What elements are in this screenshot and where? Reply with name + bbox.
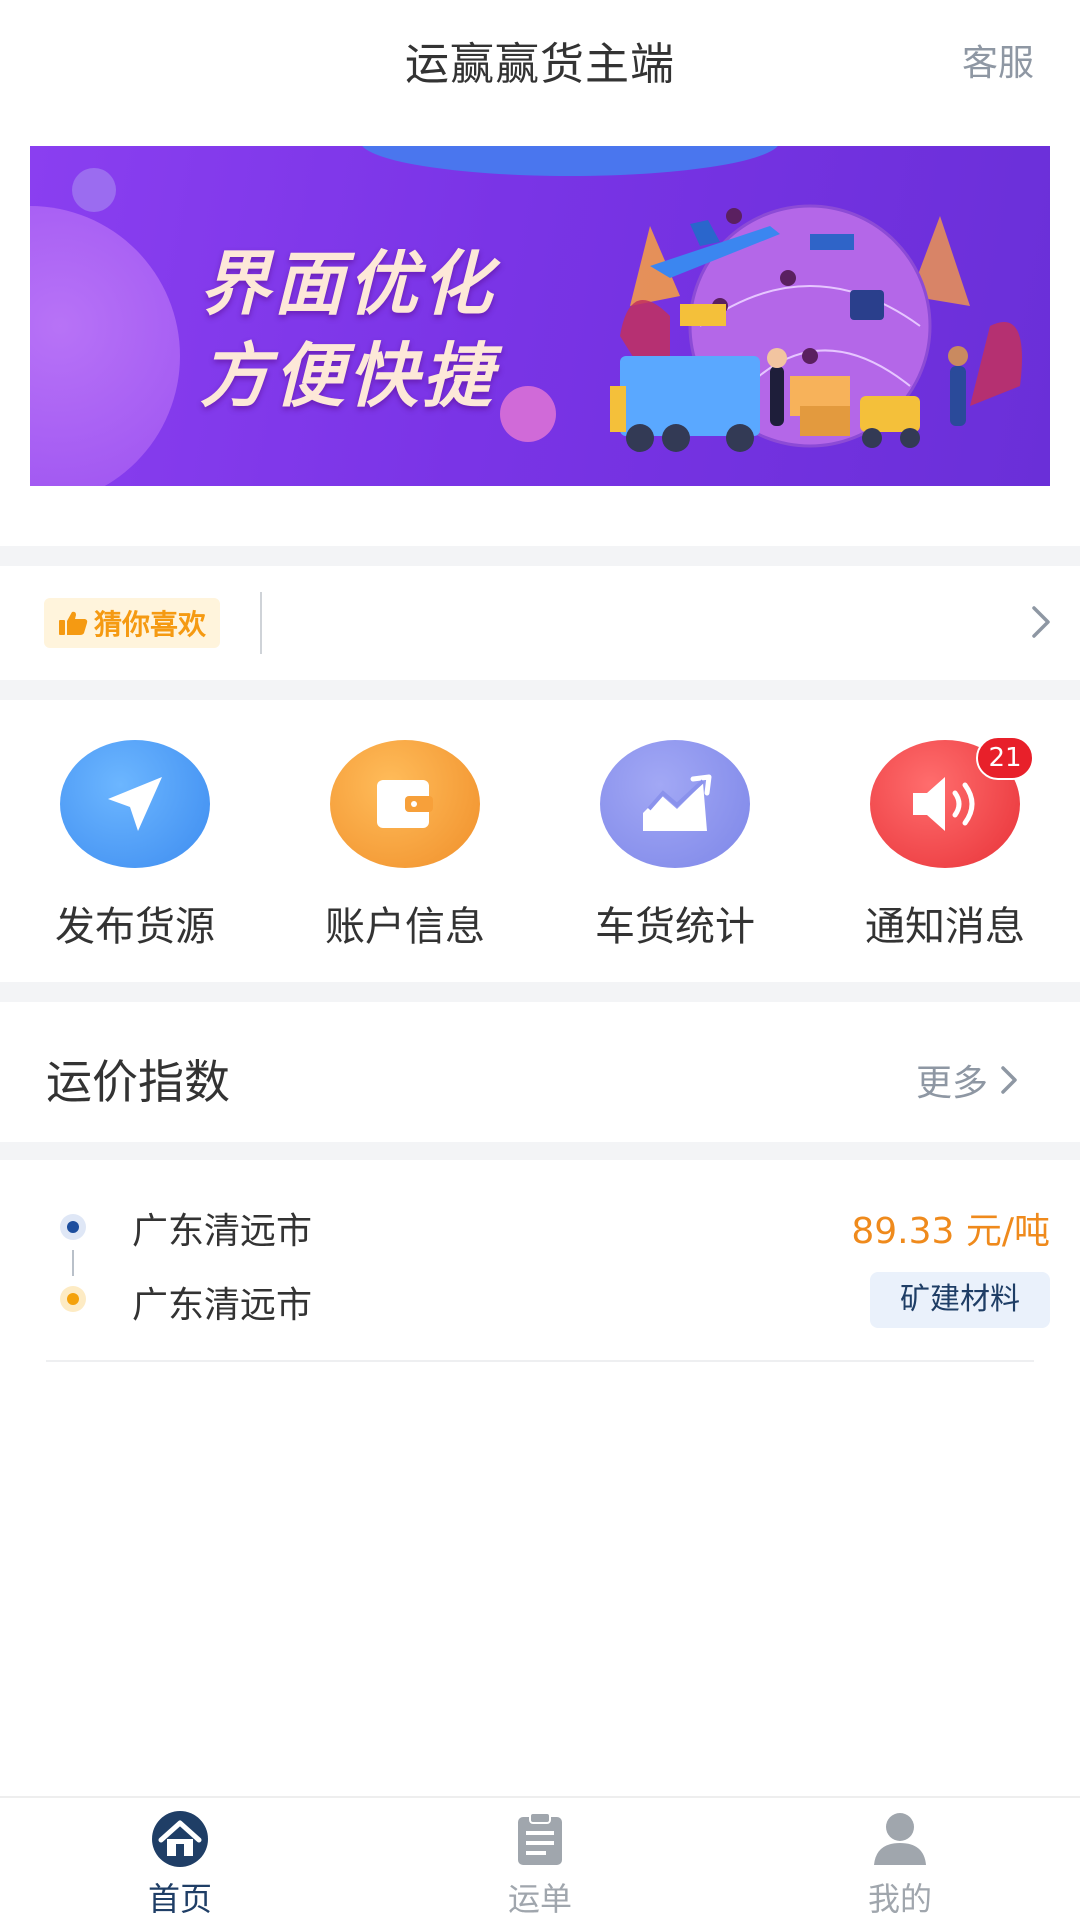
notification-badge: 21 xyxy=(976,736,1034,780)
page-title: 运赢赢货主端 xyxy=(405,39,675,90)
cargo-type-tag: 矿建材料 xyxy=(870,1272,1050,1328)
menu-icon-circle: 21 xyxy=(870,736,1034,868)
speaker-icon xyxy=(913,777,975,831)
chevron-right-icon[interactable] xyxy=(1028,602,1054,642)
more-link[interactable]: 更多 xyxy=(916,1054,1020,1106)
home-icon xyxy=(145,1808,215,1870)
menu-icon-circle xyxy=(600,740,750,868)
decor-bubble xyxy=(72,168,116,212)
customer-service-button[interactable]: 客服 xyxy=(962,34,1034,86)
logistics-illustration xyxy=(610,204,1022,452)
decor-bubble xyxy=(500,386,556,442)
menu-item-label: 账户信息 xyxy=(325,904,485,950)
section-separator xyxy=(0,680,1080,700)
wallet-icon xyxy=(377,780,433,828)
origin-dot-icon xyxy=(60,1214,86,1240)
decor-wave xyxy=(360,146,780,176)
destination-dot-icon xyxy=(60,1286,86,1312)
tab-waybill[interactable]: 运单 xyxy=(440,1808,640,1920)
thumbs-up-icon xyxy=(59,611,88,635)
menu-icon-circle xyxy=(60,740,210,868)
menu-item-label: 发布货源 xyxy=(55,904,215,950)
send-icon xyxy=(108,777,162,831)
section-separator xyxy=(0,546,1080,566)
banner-slogan: 界面优化 方便快捷 xyxy=(200,238,496,422)
section-title: 运价指数 xyxy=(46,1055,230,1109)
route-destination: 广东清远市 xyxy=(132,1285,313,1326)
app-header: 运赢赢货主端 客服 xyxy=(0,0,1080,115)
menu-item-cargo-stats[interactable]: 车货统计 xyxy=(565,740,785,952)
guess-you-like-tag: 猜你喜欢 xyxy=(44,598,221,648)
menu-icon-circle xyxy=(330,740,480,868)
more-label: 更多 xyxy=(915,1063,988,1104)
decor-bubble xyxy=(30,206,180,486)
divider xyxy=(46,1360,1034,1362)
tab-home[interactable]: 首页 xyxy=(80,1808,280,1920)
menu-item-publish-cargo[interactable]: 发布货源 xyxy=(25,740,245,952)
quick-menu: 发布货源 账户信息 车货统计 21 通知消息 xyxy=(0,700,1080,982)
menu-item-label: 通知消息 xyxy=(865,904,1025,950)
menu-item-label: 车货统计 xyxy=(595,904,755,950)
chevron-right-icon xyxy=(1001,1066,1017,1094)
tab-label: 我的 xyxy=(867,1880,932,1918)
chart-icon xyxy=(643,774,712,831)
banner-line-2: 方便快捷 xyxy=(200,335,496,417)
section-separator xyxy=(0,1142,1080,1160)
freight-route-item[interactable]: 广东清远市 广东清远市 89.33 元/吨 矿建材料 xyxy=(0,1160,1080,1366)
clipboard-icon xyxy=(505,1808,575,1870)
section-separator xyxy=(0,982,1080,1002)
route-connector xyxy=(72,1250,74,1276)
guess-you-like-label: 猜你喜欢 xyxy=(94,608,207,641)
tab-label: 运单 xyxy=(507,1880,572,1918)
freight-index-header: 运价指数 更多 xyxy=(0,1002,1080,1142)
menu-item-account-info[interactable]: 账户信息 xyxy=(295,740,515,952)
divider xyxy=(260,592,262,654)
route-price: 89.33 元/吨 xyxy=(851,1211,1050,1252)
bottom-tab-bar: 首页 运单 我的 xyxy=(0,1796,1080,1920)
user-icon xyxy=(865,1808,935,1870)
route-origin: 广东清远市 xyxy=(132,1211,313,1252)
banner-line-1: 界面优化 xyxy=(200,243,496,325)
tab-label: 首页 xyxy=(147,1880,212,1918)
guess-you-like-bar[interactable]: 猜你喜欢 xyxy=(0,566,1080,680)
menu-item-notifications[interactable]: 21 通知消息 xyxy=(835,736,1055,952)
promo-banner[interactable]: 界面优化 方便快捷 xyxy=(30,146,1050,486)
tab-mine[interactable]: 我的 xyxy=(800,1808,1000,1920)
